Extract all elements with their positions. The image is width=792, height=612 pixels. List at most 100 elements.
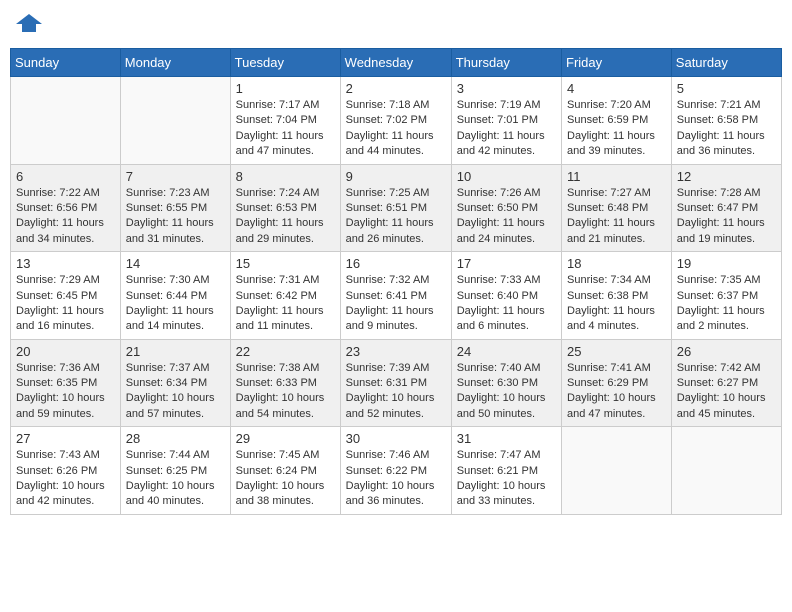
cell-info: Sunrise: 7:30 AM Sunset: 6:44 PM Daylight:… — [126, 273, 225, 335]
cell-info: Sunrise: 7:41 AMSunset: 6:29 PMDaylight:… — [567, 361, 666, 423]
day-number: 25 — [567, 344, 666, 359]
sunrise-text: Sunrise: 7:24 AM — [236, 187, 320, 199]
calendar-week-row: 6 Sunrise: 7:22 AM Sunset: 6:56 PM Daylight… — [11, 164, 782, 252]
sunset-text: Sunset: 6:42 PM — [236, 290, 317, 302]
cell-info: Sunrise: 7:45 AMSunset: 6:24 PMDaylight:… — [236, 448, 335, 510]
sunrise-text: Sunrise: 7:38 AM — [236, 362, 320, 374]
sunset-text: Sunset: 6:51 PM — [346, 202, 427, 214]
daylight-text: Daylight: 10 hours and 33 minutes. — [457, 480, 546, 507]
sunset-text: Sunset: 7:01 PM — [457, 114, 538, 126]
sunrise-text: Sunrise: 7:33 AM — [457, 274, 541, 286]
sunset-text: Sunset: 6:44 PM — [126, 290, 207, 302]
cell-info: Sunrise: 7:20 AMSunset: 6:59 PMDaylight:… — [567, 98, 666, 160]
daylight-text: Daylight: 11 hours and 39 minutes. — [567, 130, 655, 157]
cell-info: Sunrise: 7:43 AMSunset: 6:26 PMDaylight:… — [16, 448, 115, 510]
day-number: 13 — [16, 256, 115, 271]
day-number: 8 — [236, 169, 335, 184]
calendar-cell: 23Sunrise: 7:39 AMSunset: 6:31 PMDayligh… — [340, 339, 451, 427]
day-number: 20 — [16, 344, 115, 359]
sunset-text: Sunset: 7:02 PM — [346, 114, 427, 126]
daylight-text: Daylight: 11 hours and 6 minutes. — [457, 305, 545, 332]
calendar-cell: 1Sunrise: 7:17 AMSunset: 7:04 PMDaylight… — [230, 77, 340, 165]
sunset-text: Sunset: 6:47 PM — [677, 202, 758, 214]
sunset-text: Sunset: 6:35 PM — [16, 377, 97, 389]
logo — [14, 10, 46, 40]
sunrise-text: Sunrise: 7:22 AM — [16, 187, 100, 199]
calendar-cell: 20Sunrise: 7:36 AMSunset: 6:35 PMDayligh… — [11, 339, 121, 427]
day-number: 12 — [677, 169, 776, 184]
cell-info: Sunrise: 7:39 AMSunset: 6:31 PMDaylight:… — [346, 361, 446, 423]
daylight-text: Daylight: 10 hours and 42 minutes. — [16, 480, 105, 507]
daylight-text: Daylight: 11 hours and 14 minutes. — [126, 305, 214, 332]
calendar-cell — [562, 427, 672, 515]
day-number: 9 — [346, 169, 446, 184]
daylight-text: Daylight: 11 hours and 2 minutes. — [677, 305, 765, 332]
calendar-cell: 25 Sunrise: 7:41 AMSunset: 6:29 PMDayligh… — [562, 339, 672, 427]
sunset-text: Sunset: 6:37 PM — [677, 290, 758, 302]
cell-info: Sunrise: 7:24 AMSunset: 6:53 PMDaylight:… — [236, 186, 335, 248]
cell-info: Sunrise: 7:32 AMSunset: 6:41 PMDaylight:… — [346, 273, 446, 335]
day-number: 4 — [567, 81, 666, 96]
sunrise-text: Sunrise: 7:35 AM — [677, 274, 761, 286]
calendar-cell: 22Sunrise: 7:38 AMSunset: 6:33 PMDayligh… — [230, 339, 340, 427]
sunrise-text: Sunrise: 7:19 AM — [457, 99, 541, 111]
sunrise-text: Sunrise: 7:31 AM — [236, 274, 320, 286]
daylight-text: Daylight: 10 hours and 59 minutes. — [16, 392, 105, 419]
day-number: 17 — [457, 256, 556, 271]
sunrise-text: Sunrise: 7:46 AM — [346, 449, 430, 461]
day-number: 10 — [457, 169, 556, 184]
sunset-text: Sunset: 6:26 PM — [16, 465, 97, 477]
day-number: 14 — [126, 256, 225, 271]
day-number: 6 — [16, 169, 115, 184]
cell-info: Sunrise: 7:19 AMSunset: 7:01 PMDaylight:… — [457, 98, 556, 160]
calendar-cell: 28Sunrise: 7:44 AMSunset: 6:25 PMDayligh… — [120, 427, 230, 515]
sunset-text: Sunset: 6:41 PM — [346, 290, 427, 302]
daylight-text: Daylight: 11 hours and 19 minutes. — [677, 217, 765, 244]
sunrise-text: Sunrise: 7:30 AM — [126, 274, 210, 286]
calendar-cell: 13 Sunrise: 7:29 AMSunset: 6:45 PMDayligh… — [11, 252, 121, 340]
daylight-text: Daylight: 11 hours and 36 minutes. — [677, 130, 765, 157]
calendar-cell: 31Sunrise: 7:47 AMSunset: 6:21 PMDayligh… — [451, 427, 561, 515]
calendar-cell: 18Sunrise: 7:34 AMSunset: 6:38 PMDayligh… — [562, 252, 672, 340]
sunrise-text: Sunrise: 7:29 AM — [16, 274, 100, 286]
cell-info: Sunrise: 7:29 AMSunset: 6:45 PMDaylight:… — [16, 273, 115, 335]
calendar-cell — [120, 77, 230, 165]
daylight-text: Daylight: 10 hours and 57 minutes. — [126, 392, 215, 419]
cell-info: Sunrise: 7:35 AM Sunset: 6:37 PM Daylight:… — [677, 273, 776, 335]
sunset-text: Sunset: 6:59 PM — [567, 114, 648, 126]
daylight-text: Daylight: 11 hours and 47 minutes. — [236, 130, 324, 157]
cell-info: Sunrise: 7:42 AMSunset: 6:27 PMDaylight:… — [677, 361, 776, 423]
daylight-text: Daylight: 11 hours and 11 minutes. — [236, 305, 324, 332]
sunset-text: Sunset: 6:27 PM — [677, 377, 758, 389]
daylight-text: Daylight: 11 hours and 44 minutes. — [346, 130, 434, 157]
sunrise-text: Sunrise: 7:23 AM — [126, 187, 210, 199]
sunrise-text: Sunrise: 7:44 AM — [126, 449, 210, 461]
daylight-text: Daylight: 11 hours and 24 minutes. — [457, 217, 545, 244]
sunrise-text: Sunrise: 7:47 AM — [457, 449, 541, 461]
weekday-header: Sunday — [11, 49, 121, 77]
day-number: 22 — [236, 344, 335, 359]
cell-info: Sunrise: 7:23 AMSunset: 6:55 PMDaylight:… — [126, 186, 225, 248]
daylight-text: Daylight: 11 hours and 16 minutes. — [16, 305, 104, 332]
cell-info: Sunrise: 7:31 AM Sunset: 6:42 PM Daylight:… — [236, 273, 335, 335]
sunrise-text: Sunrise: 7:37 AM — [126, 362, 210, 374]
sunset-text: Sunset: 6:25 PM — [126, 465, 207, 477]
daylight-text: Daylight: 10 hours and 45 minutes. — [677, 392, 766, 419]
sunrise-text: Sunrise: 7:27 AM — [567, 187, 651, 199]
weekday-header: Wednesday — [340, 49, 451, 77]
calendar-cell: 19Sunrise: 7:35 AMSunset: 6:37 PMDayligh… — [671, 252, 781, 340]
sunset-text: Sunset: 6:58 PM — [677, 114, 758, 126]
daylight-text: Daylight: 11 hours and 4 minutes. — [567, 305, 655, 332]
sunset-text: Sunset: 6:56 PM — [16, 202, 97, 214]
cell-info: Sunrise: 7:37 AMSunset: 6:34 PMDaylight:… — [126, 361, 225, 423]
sunset-text: Sunset: 6:53 PM — [236, 202, 317, 214]
calendar-cell: 11Sunrise: 7:27 AMSunset: 6:48 PMDayligh… — [562, 164, 672, 252]
sunrise-text: Sunrise: 7:41 AM — [567, 362, 651, 374]
calendar-cell: 6Sunrise: 7:22 AMSunset: 6:56 PMDaylight… — [11, 164, 121, 252]
sunrise-text: Sunrise: 7:18 AM — [346, 99, 430, 111]
sunrise-text: Sunrise: 7:28 AM — [677, 187, 761, 199]
day-number: 2 — [346, 81, 446, 96]
day-number: 31 — [457, 431, 556, 446]
sunrise-text: Sunrise: 7:17 AM — [236, 99, 320, 111]
daylight-text: Daylight: 10 hours and 36 minutes. — [346, 480, 435, 507]
